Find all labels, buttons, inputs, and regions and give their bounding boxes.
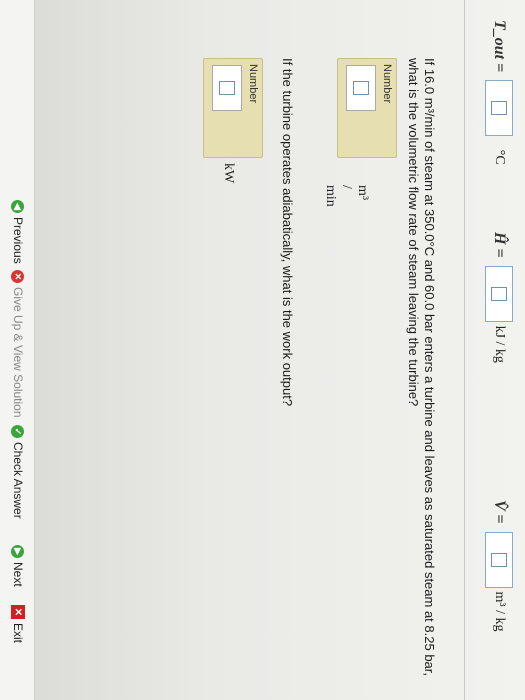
specific-volume-equation: V̂ = m³ / kg — [485, 500, 513, 631]
enthalpy-equation: Ĥ = kJ / kg — [485, 232, 513, 363]
answer-status-icon — [491, 552, 507, 567]
check-icon: ✓ — [11, 425, 25, 438]
temperature-input[interactable] — [485, 80, 513, 137]
question-1-line-1: If 16.0 m³/min of steam at 350.0°C and 6… — [422, 58, 437, 677]
question-2-answer-box: Number kW — [203, 58, 263, 183]
number-label: Number — [247, 64, 259, 104]
exit-icon: ✕ — [11, 605, 25, 619]
answer-status-icon — [491, 286, 507, 301]
specific-volume-input[interactable] — [485, 531, 513, 588]
answer-status-icon — [353, 81, 369, 95]
next-label: Next — [11, 562, 25, 587]
exit-button[interactable]: ✕ Exit — [11, 605, 25, 643]
question-1-answer-box: Number m³ / min — [323, 58, 397, 207]
give-up-label: Give Up & View Solution — [11, 287, 25, 418]
previous-arrow-icon: ◀ — [11, 200, 25, 213]
navigation-bar: ◀ Previous ✕ Give Up & View Solution ✓ C… — [0, 0, 35, 700]
previous-label: Previous — [11, 217, 25, 264]
check-answer-button[interactable]: ✓ Check Answer — [11, 425, 25, 519]
rotated-page: T_out = °C Ĥ = kJ / kg V̂ = m³ / kg If 1… — [0, 0, 525, 700]
screen: T_out = °C Ĥ = kJ / kg V̂ = m³ / kg If 1… — [0, 0, 525, 700]
question-1-number-input[interactable] — [346, 65, 376, 111]
number-label: Number — [381, 64, 393, 104]
give-up-button[interactable]: ✕ Give Up & View Solution — [11, 270, 25, 418]
previous-button[interactable]: ◀ Previous — [11, 200, 25, 264]
output-properties-row: T_out = °C Ĥ = kJ / kg V̂ = m³ / kg — [464, 0, 525, 700]
enthalpy-unit: kJ / kg — [492, 325, 507, 363]
answer-status-icon — [491, 101, 507, 116]
specific-volume-symbol: V̂ = — [491, 500, 508, 524]
question-1-unit: m³ / min — [323, 185, 370, 207]
next-arrow-icon: ▶ — [11, 545, 25, 558]
question-1-text: If 16.0 m³/min of steam at 350.0°C and 6… — [405, 58, 437, 688]
temperature-unit: °C — [492, 149, 507, 165]
question-1-line-2: what is the volumetric flow rate of stea… — [406, 58, 421, 407]
temperature-symbol: T_out = — [491, 20, 508, 73]
question-2-text: If the turbine operates adiabatically, w… — [280, 58, 295, 407]
specific-volume-unit: m³ / kg — [492, 591, 507, 632]
exit-label: Exit — [11, 623, 25, 644]
enthalpy-symbol: Ĥ = — [491, 232, 508, 258]
give-up-x-icon: ✕ — [11, 270, 25, 283]
enthalpy-input[interactable] — [485, 265, 513, 322]
temperature-equation: T_out = °C — [485, 20, 513, 174]
answer-status-icon — [219, 81, 235, 95]
next-button[interactable]: ▶ Next — [11, 545, 25, 587]
question-2-number-input[interactable] — [212, 65, 242, 111]
check-answer-label: Check Answer — [11, 442, 25, 519]
question-2-unit: kW — [221, 163, 236, 184]
